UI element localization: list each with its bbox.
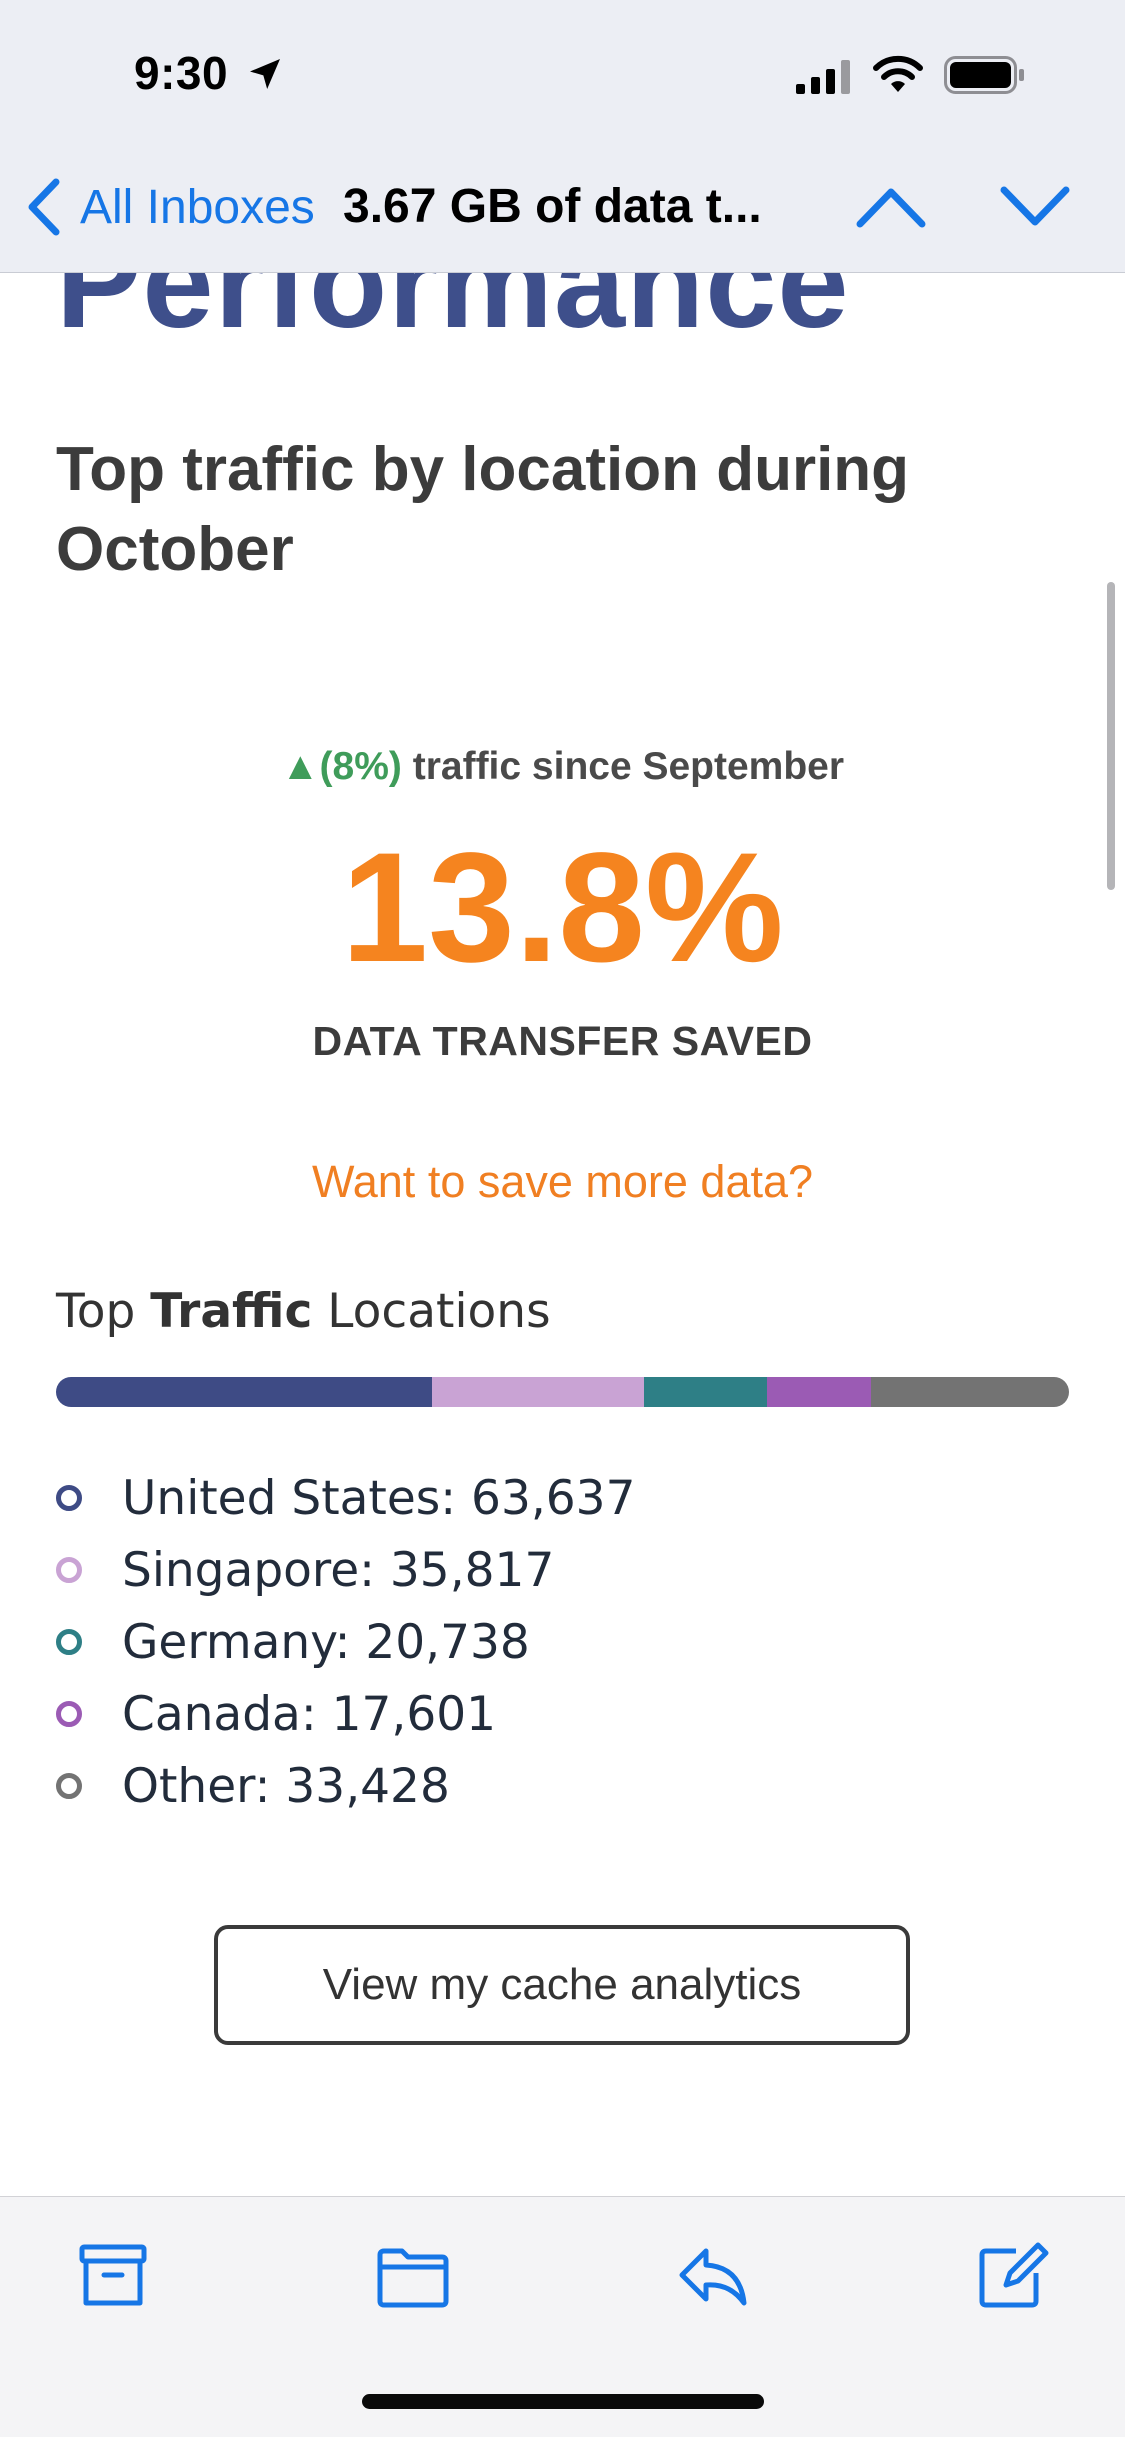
traffic-legend: United States: 63,637 Singapore: 35,817 Ge… bbox=[56, 1462, 636, 1822]
traffic-change-percent: ▲(8%) bbox=[280, 745, 402, 788]
legend-marker-icon bbox=[56, 1485, 82, 1511]
chevron-left-icon bbox=[28, 178, 60, 236]
wifi-icon bbox=[873, 55, 923, 92]
traffic-stacked-bar bbox=[56, 1377, 1069, 1407]
archive-icon[interactable] bbox=[76, 2241, 150, 2311]
bar-segment-germany bbox=[644, 1377, 768, 1407]
traffic-change: ▲(8%) traffic since September bbox=[0, 745, 1125, 789]
back-button[interactable]: All Inboxes bbox=[22, 172, 315, 242]
legend-marker-icon bbox=[56, 1701, 82, 1727]
save-more-data-link[interactable]: Want to save more data? bbox=[0, 1156, 1125, 1208]
reply-icon[interactable] bbox=[676, 2241, 750, 2311]
legend-label: Canada: 17,601 bbox=[122, 1686, 497, 1742]
compose-icon[interactable] bbox=[976, 2241, 1050, 2311]
home-indicator[interactable] bbox=[362, 2394, 764, 2409]
legend-label: United States: 63,637 bbox=[122, 1470, 636, 1526]
scroll-indicator[interactable] bbox=[1107, 582, 1115, 890]
back-label: All Inboxes bbox=[80, 180, 315, 234]
legend-item: Singapore: 35,817 bbox=[56, 1534, 636, 1606]
data-saved-stat: 13.8% bbox=[341, 821, 784, 995]
legend-label: Germany: 20,738 bbox=[122, 1614, 530, 1670]
location-arrow-icon bbox=[250, 59, 280, 89]
top-locations-title: Top Traffic Locations bbox=[56, 1284, 551, 1339]
status-time: 9:30 bbox=[134, 47, 229, 99]
data-saved-label: DATA TRANSFER SAVED bbox=[312, 1018, 813, 1064]
locations-title-bold: Traffic bbox=[150, 1284, 313, 1339]
bar-segment-canada bbox=[767, 1377, 872, 1407]
legend-item: Other: 33,428 bbox=[56, 1750, 636, 1822]
legend-marker-icon bbox=[56, 1557, 82, 1583]
section-title: Top traffic by location during October bbox=[56, 435, 910, 584]
legend-item: Canada: 17,601 bbox=[56, 1678, 636, 1750]
legend-marker-icon bbox=[56, 1773, 82, 1799]
bar-segment-other bbox=[871, 1377, 1069, 1407]
bar-segment-united-states bbox=[56, 1377, 433, 1407]
legend-label: Other: 33,428 bbox=[122, 1758, 450, 1814]
legend-item: United States: 63,637 bbox=[56, 1462, 636, 1534]
legend-marker-icon bbox=[56, 1629, 82, 1655]
next-message-button[interactable] bbox=[998, 178, 1072, 234]
view-cache-analytics-button[interactable]: View my cache analytics bbox=[214, 1925, 910, 2045]
locations-title-post: Locations bbox=[312, 1284, 551, 1339]
legend-item: Germany: 20,738 bbox=[56, 1606, 636, 1678]
top-bar: 9:30 All Inboxes 3.67 GB of data t... bbox=[0, 0, 1125, 273]
bar-segment-singapore bbox=[432, 1377, 645, 1407]
email-subject-title: 3.67 GB of data t... bbox=[343, 180, 762, 233]
cellular-signal-icon bbox=[796, 60, 850, 94]
folder-icon[interactable] bbox=[376, 2241, 450, 2311]
battery-icon bbox=[944, 56, 1024, 94]
previous-message-button[interactable] bbox=[854, 178, 928, 234]
legend-label: Singapore: 35,817 bbox=[122, 1542, 555, 1598]
traffic-change-text: traffic since September bbox=[401, 745, 845, 788]
locations-title-pre: Top bbox=[56, 1284, 151, 1339]
